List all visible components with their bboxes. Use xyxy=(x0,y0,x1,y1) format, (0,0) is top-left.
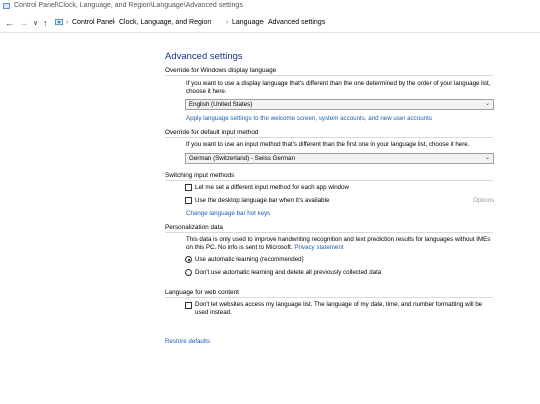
privacy-statement-link[interactable]: Privacy statement xyxy=(294,244,343,251)
forward-icon[interactable]: → xyxy=(19,17,28,29)
navigation-bar: ← → ∨ ↑ › Control Panel › Clock, Languag… xyxy=(0,13,540,33)
breadcrumb-separator: › xyxy=(262,19,265,26)
input-method-header: Override for default input method xyxy=(165,129,493,138)
page-title: Advanced settings xyxy=(165,51,243,62)
window-title: Control Panel\Clock, Language, and Regio… xyxy=(14,2,243,9)
breadcrumb-control-panel[interactable]: Control Panel xyxy=(72,18,114,28)
breadcrumb-clock-language-region[interactable]: Clock, Language, and Region xyxy=(119,18,211,28)
display-language-description: If you want to use a display language th… xyxy=(186,80,491,95)
breadcrumb-language[interactable]: Language xyxy=(232,18,263,28)
automatic-learning-radio[interactable] xyxy=(185,256,192,263)
control-panel-icon xyxy=(3,3,10,9)
chevron-down-icon: ⌄ xyxy=(484,155,490,161)
no-automatic-learning-label: Don't use automatic learning and delete … xyxy=(195,269,382,276)
chevron-down-icon: ⌄ xyxy=(484,101,490,107)
breadcrumb-advanced-settings[interactable]: Advanced settings xyxy=(268,18,325,28)
back-icon[interactable]: ← xyxy=(5,17,14,29)
breadcrumb-separator: › xyxy=(66,19,69,26)
per-app-input-method-checkbox[interactable] xyxy=(185,184,192,191)
apply-language-settings-link[interactable]: Apply language settings to the welcome s… xyxy=(186,115,432,123)
per-app-input-method-label: Let me set a different input method for … xyxy=(195,184,349,191)
control-panel-address-icon xyxy=(55,18,64,26)
change-hot-keys-link[interactable]: Change language bar hot keys xyxy=(186,210,270,218)
input-method-description: If you want to use an input method that'… xyxy=(186,141,470,148)
input-method-dropdown[interactable]: German (Switzerland) - Swiss German ⌄ xyxy=(185,153,494,164)
web-language-list-label: Don't let websites access my language li… xyxy=(195,301,483,316)
display-language-selected: English (United States) xyxy=(189,101,253,108)
web-content-header: Language for web content xyxy=(165,289,493,298)
personalization-description: This data is only used to improve handwr… xyxy=(186,236,496,252)
display-language-header: Override for Windows display language xyxy=(165,67,493,76)
restore-defaults-link[interactable]: Restore defaults xyxy=(165,338,210,346)
breadcrumb-separator: › xyxy=(226,19,229,26)
input-method-selected: German (Switzerland) - Swiss German xyxy=(189,155,295,162)
personalization-data-header: Personalization data xyxy=(165,224,493,233)
web-language-list-checkbox[interactable] xyxy=(185,302,192,309)
switching-input-methods-header: Switching input methods xyxy=(165,172,493,181)
automatic-learning-label: Use automatic learning (recommended) xyxy=(195,256,304,263)
breadcrumb-separator: › xyxy=(113,19,116,26)
display-language-dropdown[interactable]: English (United States) ⌄ xyxy=(185,99,494,110)
desktop-language-bar-checkbox[interactable] xyxy=(185,197,192,204)
language-bar-options-link[interactable]: Options xyxy=(473,197,494,204)
recent-locations-icon[interactable]: ∨ xyxy=(33,18,38,30)
title-bar: Control Panel\Clock, Language, and Regio… xyxy=(0,0,540,13)
desktop-language-bar-label: Use the desktop language bar when it's a… xyxy=(195,197,330,204)
no-automatic-learning-radio[interactable] xyxy=(185,269,192,276)
up-icon[interactable]: ↑ xyxy=(43,17,48,29)
